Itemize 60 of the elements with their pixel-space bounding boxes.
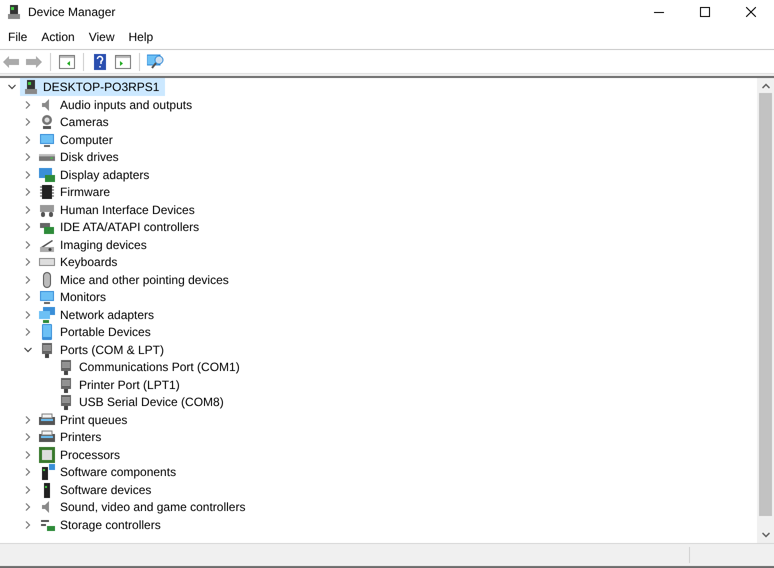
- tree-item[interactable]: Printers: [60, 428, 102, 446]
- scroll-down-icon: [762, 532, 770, 538]
- help-icon: [94, 54, 106, 70]
- processor-icon: [39, 446, 55, 463]
- menu-item[interactable]: Help: [122, 26, 160, 46]
- forward-arrow-icon: [26, 56, 42, 68]
- tree-item[interactable]: Monitors: [60, 288, 106, 306]
- tree-item[interactable]: Imaging devices: [60, 236, 147, 254]
- tree-item[interactable]: Cameras: [60, 113, 109, 132]
- drive-icon: [39, 154, 55, 161]
- tree-item[interactable]: DESKTOP-PO3RPS1: [20, 78, 166, 96]
- port-icon: [39, 342, 55, 358]
- port-icon: [58, 376, 74, 393]
- network-icon: [39, 306, 55, 323]
- tree-item[interactable]: Firmware: [60, 183, 110, 202]
- tree-item[interactable]: IDE ATA/ATAPI controllers: [60, 218, 200, 236]
- tree-item[interactable]: Audio inputs and outputs: [60, 96, 192, 114]
- tree-item[interactable]: Print queues: [60, 410, 128, 429]
- window-title: Device Manager: [28, 4, 116, 21]
- menu-item[interactable]: View: [82, 26, 122, 46]
- port-icon: [58, 394, 74, 410]
- app-icon: [6, 4, 22, 20]
- tree-item[interactable]: Sound, video and game controllers: [60, 498, 246, 516]
- tree-item[interactable]: Printer Port (LPT1): [79, 376, 180, 394]
- tree-item[interactable]: Disk drives: [60, 148, 119, 166]
- monitor-icon: [39, 132, 55, 148]
- monitor-icon: [39, 289, 55, 306]
- tree-item[interactable]: Processors: [60, 446, 120, 464]
- tree-item[interactable]: Network adapters: [60, 306, 154, 324]
- computer-icon: [23, 79, 39, 95]
- menu-item[interactable]: File: [1, 26, 34, 46]
- menu-item[interactable]: Action: [34, 26, 82, 46]
- pane-icon: [115, 54, 131, 68]
- tree-item[interactable]: USB Serial Device (COM8): [79, 393, 224, 412]
- chip-icon: [39, 184, 55, 200]
- phone-icon: [39, 324, 55, 340]
- tree-item[interactable]: Display adapters: [60, 166, 150, 184]
- tree-item[interactable]: Communications Port (COM1): [79, 358, 240, 376]
- scroll-up-icon: [762, 83, 770, 89]
- maximize-icon: [700, 7, 710, 17]
- tree-item[interactable]: Storage controllers: [60, 516, 161, 534]
- tree-item[interactable]: Software devices: [60, 480, 152, 499]
- tree-item[interactable]: Computer: [60, 130, 113, 149]
- webcam-icon: [39, 114, 55, 130]
- pane-icon: [59, 54, 75, 68]
- monitor-magnifier-icon: [147, 54, 165, 70]
- close-icon: [746, 7, 756, 17]
- tree-item[interactable]: Portable Devices: [60, 323, 151, 342]
- tree-item[interactable]: Ports (COM & LPT): [60, 340, 164, 359]
- tower-puzzle-icon: [39, 464, 55, 480]
- tree-item[interactable]: Human Interface Devices: [60, 200, 195, 219]
- scrollbar[interactable]: [757, 78, 774, 543]
- tree-item[interactable]: Keyboards: [60, 253, 118, 272]
- display-card-icon: [39, 166, 55, 183]
- back-arrow-icon: [3, 56, 19, 68]
- tree-item[interactable]: Mice and other pointing devices: [60, 270, 229, 289]
- tree-item[interactable]: Software components: [60, 463, 176, 482]
- printer-icon: [39, 412, 55, 428]
- port-icon: [58, 359, 74, 376]
- scan-hardware-button[interactable]: [146, 52, 166, 72]
